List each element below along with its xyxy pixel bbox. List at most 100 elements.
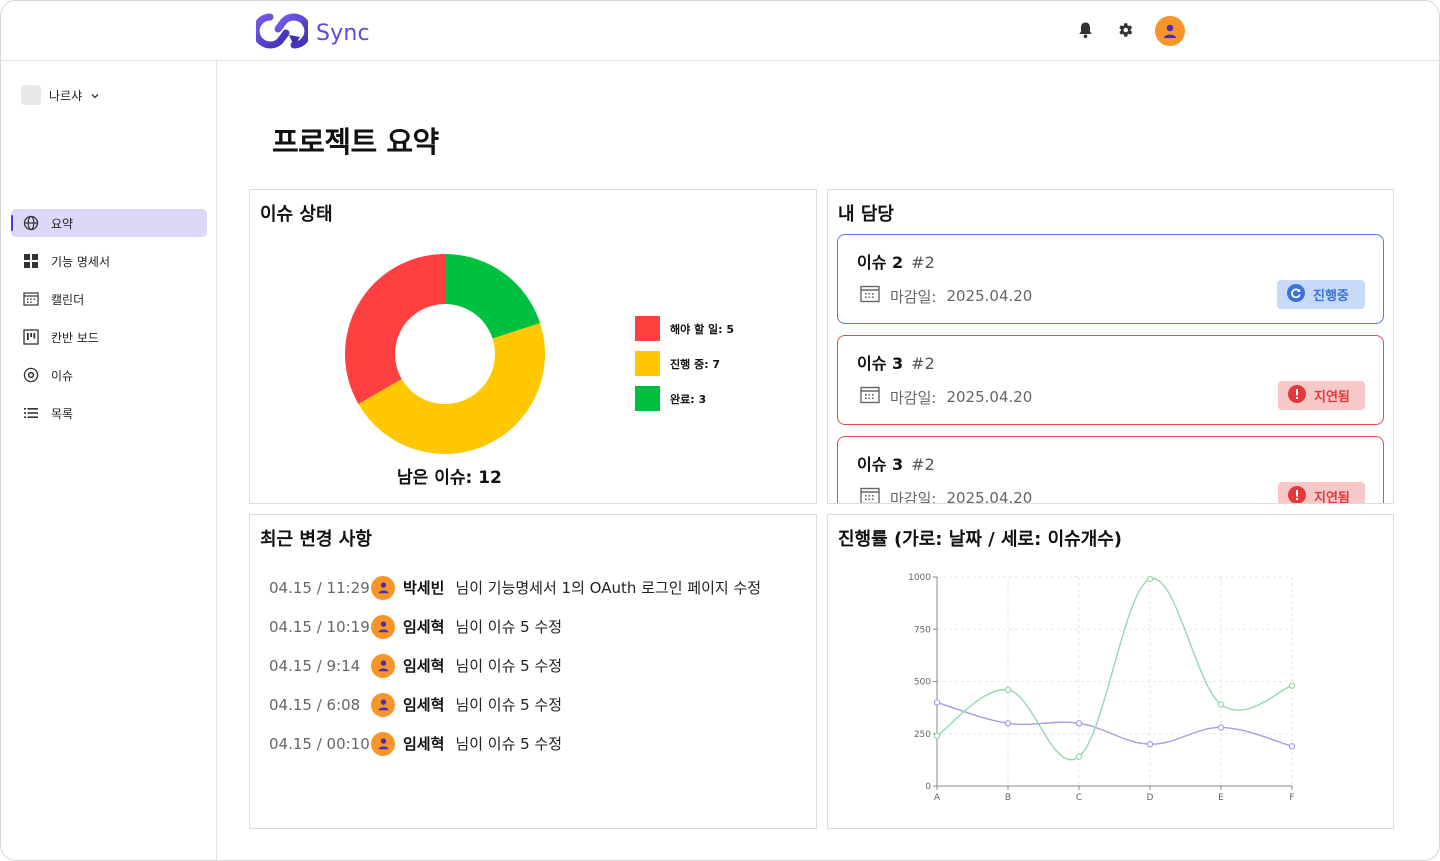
user-icon bbox=[378, 699, 388, 711]
sidebar-item-label: 기능 명세서 bbox=[51, 254, 111, 269]
task-title: 이슈 3 #2 bbox=[857, 451, 935, 475]
workspace-name: 나르샤 bbox=[49, 88, 83, 103]
y-tick-label: 750 bbox=[914, 625, 931, 635]
user-avatar[interactable] bbox=[1155, 16, 1185, 46]
legend-swatch-todo bbox=[635, 316, 660, 341]
data-point[interactable] bbox=[1146, 575, 1154, 583]
workspace-switcher[interactable]: 나르샤 bbox=[21, 85, 100, 105]
alert-icon bbox=[1288, 485, 1306, 503]
calendar-icon bbox=[860, 487, 880, 503]
activity-item[interactable]: 04.15 / 9:14 임세혁 님이 이슈 5 수정 bbox=[269, 646, 761, 685]
recent-changes-title: 최근 변경 사항 bbox=[260, 529, 372, 550]
app-logo[interactable]: Sync bbox=[252, 13, 370, 53]
activity-text: 님이 기능명세서 1의 OAuth 로그인 페이지 수정 bbox=[455, 579, 762, 597]
x-tick-label: E bbox=[1218, 793, 1224, 803]
activity-item[interactable]: 04.15 / 10:19 임세혁 님이 이슈 5 수정 bbox=[269, 607, 761, 646]
sidebar-item-calendar[interactable]: 캘린더 bbox=[11, 285, 207, 313]
task-name: 이슈 2 bbox=[857, 253, 904, 272]
legend-item-done: 완료: 3 bbox=[635, 386, 734, 411]
my-tasks-title: 내 담당 bbox=[838, 204, 894, 225]
status-label: 지연됨 bbox=[1314, 491, 1350, 504]
due-label: 마감일: bbox=[890, 287, 937, 306]
due-date: 2025.04.20 bbox=[946, 388, 1033, 406]
data-point[interactable] bbox=[1004, 686, 1012, 694]
sidebar-nav: 요약 기능 명세서 캘린더 칸반 보드 이슈 목록 bbox=[11, 209, 207, 437]
issue-status-title: 이슈 상태 bbox=[260, 204, 333, 225]
globe-icon bbox=[23, 215, 39, 231]
data-point[interactable] bbox=[933, 732, 941, 740]
task-card[interactable]: 이슈 3 #2 마감일: 2025.04.20 지연됨 bbox=[837, 436, 1384, 504]
activity-item[interactable]: 04.15 / 00:10 임세혁 님이 이슈 5 수정 bbox=[269, 724, 761, 763]
activity-item[interactable]: 04.15 / 11:29 박세빈 님이 기능명세서 1의 OAuth 로그인 … bbox=[269, 568, 761, 607]
due-label: 마감일: bbox=[890, 388, 937, 407]
legend-item-todo: 해야 할 일: 5 bbox=[635, 316, 734, 341]
status-badge: 지연됨 bbox=[1278, 381, 1365, 410]
data-point[interactable] bbox=[1217, 724, 1225, 731]
data-point[interactable] bbox=[1288, 682, 1296, 689]
data-point[interactable] bbox=[1004, 720, 1012, 727]
user-avatar bbox=[371, 692, 395, 717]
status-label: 진행중 bbox=[1313, 289, 1349, 304]
activity-user[interactable]: 임세혁 bbox=[403, 733, 444, 754]
chevron-down-icon bbox=[90, 86, 100, 105]
data-point[interactable] bbox=[933, 699, 941, 706]
sidebar-item-issues[interactable]: 이슈 bbox=[11, 361, 207, 389]
donut-slice-0[interactable] bbox=[345, 254, 445, 404]
calendar-icon bbox=[860, 386, 880, 408]
data-point[interactable] bbox=[1075, 753, 1083, 760]
data-point[interactable] bbox=[1075, 720, 1083, 727]
sidebar-item-feature-spec[interactable]: 기능 명세서 bbox=[11, 247, 207, 275]
grid-icon bbox=[23, 253, 39, 269]
page-title: 프로젝트 요약 bbox=[272, 125, 439, 159]
legend-swatch-done bbox=[635, 386, 660, 411]
activity-user[interactable]: 임세혁 bbox=[403, 655, 444, 676]
activity-time: 04.15 / 11:29 bbox=[269, 578, 370, 597]
sidebar-item-summary[interactable]: 요약 bbox=[11, 209, 207, 237]
activity-time: 04.15 / 9:14 bbox=[269, 656, 361, 675]
x-tick-label: D bbox=[1147, 793, 1154, 803]
sidebar: 나르샤 요약 기능 명세서 캘린더 칸반 보드 이슈 목록 bbox=[1, 61, 217, 860]
task-name: 이슈 3 bbox=[857, 455, 904, 474]
remaining-issues: 남은 이슈: 12 bbox=[397, 468, 502, 488]
user-avatar bbox=[371, 731, 395, 756]
user-icon bbox=[378, 621, 388, 633]
x-tick-label: C bbox=[1076, 793, 1082, 803]
task-title: 이슈 2 #2 bbox=[857, 249, 935, 273]
issue-status-donut-chart bbox=[345, 254, 545, 454]
activity-text: 님이 이슈 5 수정 bbox=[455, 657, 563, 675]
user-avatar bbox=[371, 575, 395, 600]
activity-item[interactable]: 04.15 / 6:08 임세혁 님이 이슈 5 수정 bbox=[269, 685, 761, 724]
task-card[interactable]: 이슈 3 #2 마감일: 2025.04.20 지연됨 bbox=[837, 335, 1384, 425]
bell-icon[interactable] bbox=[1074, 19, 1096, 41]
task-number: #2 bbox=[911, 253, 935, 272]
activity-text: 님이 이슈 5 수정 bbox=[455, 735, 563, 753]
data-point[interactable] bbox=[1288, 743, 1296, 750]
sidebar-item-label: 요약 bbox=[51, 216, 74, 231]
app-name: Sync bbox=[316, 20, 370, 46]
target-icon bbox=[23, 367, 39, 383]
gear-icon[interactable] bbox=[1114, 19, 1136, 41]
top-header: Sync bbox=[1, 1, 1439, 61]
user-avatar bbox=[371, 653, 395, 678]
due-label: 마감일: bbox=[890, 489, 937, 504]
activity-user[interactable]: 박세빈 bbox=[403, 577, 444, 598]
task-due: 마감일: 2025.04.20 bbox=[860, 386, 1032, 408]
legend-label: 진행 중: 7 bbox=[670, 357, 721, 371]
sidebar-item-list[interactable]: 목록 bbox=[11, 399, 207, 427]
activity-time: 04.15 / 00:10 bbox=[269, 734, 370, 753]
sidebar-item-label: 이슈 bbox=[51, 368, 74, 383]
alert-icon bbox=[1288, 384, 1306, 407]
issue-status-panel: 이슈 상태 해야 할 일: 5 진행 중: 7 완료: 3 남은 이슈: 12 bbox=[249, 189, 817, 504]
due-date: 2025.04.20 bbox=[946, 489, 1033, 504]
data-point[interactable] bbox=[1146, 740, 1154, 748]
my-tasks-panel: 내 담당 이슈 2 #2 마감일: 2025.04.20 진행중 이슈 3 #2 마… bbox=[827, 189, 1394, 504]
data-point[interactable] bbox=[1217, 701, 1225, 708]
series-line-1 bbox=[936, 578, 1293, 761]
sidebar-item-kanban[interactable]: 칸반 보드 bbox=[11, 323, 207, 351]
activity-user[interactable]: 임세혁 bbox=[403, 616, 444, 637]
status-label: 지연됨 bbox=[1314, 390, 1350, 405]
task-title: 이슈 3 #2 bbox=[857, 350, 935, 374]
task-card[interactable]: 이슈 2 #2 마감일: 2025.04.20 진행중 bbox=[837, 234, 1384, 324]
activity-user[interactable]: 임세혁 bbox=[403, 694, 444, 715]
donut-slice-2[interactable] bbox=[445, 254, 541, 339]
